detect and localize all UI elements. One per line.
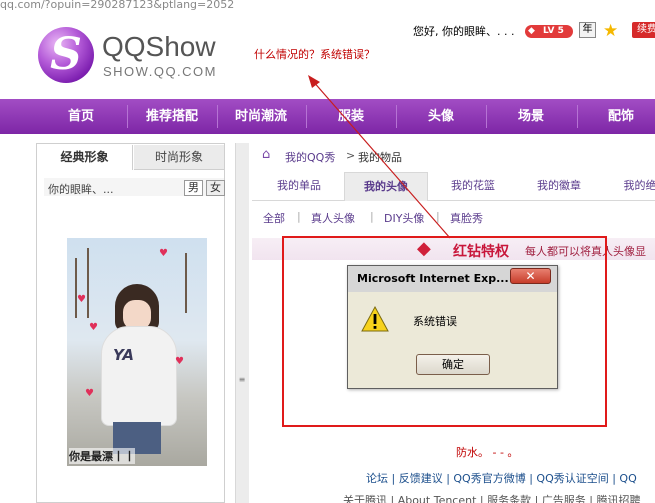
- tree-branch: [75, 258, 77, 318]
- footer-status-text: 防水。 - - 。: [456, 446, 519, 459]
- female-toggle[interactable]: 女: [206, 180, 225, 196]
- home-icon[interactable]: ⌂: [262, 148, 276, 161]
- tab-my-badges[interactable]: 我的徽章: [522, 172, 596, 201]
- dialog-title: Microsoft Internet Exp...: [357, 272, 509, 285]
- panel-scrollbar[interactable]: [235, 143, 249, 503]
- nav-divider: [486, 105, 487, 128]
- user-annotation-text: 什么情况的？系统错误？: [254, 48, 375, 61]
- nav-item-scene[interactable]: 场景: [502, 99, 560, 134]
- nav-item-fashion[interactable]: 时尚潮流: [225, 99, 297, 134]
- tab-fashion-look[interactable]: 时尚形象: [134, 145, 224, 170]
- nav-item-home[interactable]: 首页: [52, 99, 110, 134]
- logo-glyph: S: [50, 29, 82, 80]
- year-badge[interactable]: 年: [579, 22, 596, 38]
- footer-links-secondary[interactable]: 关于腾讯 | About Tencent | 服务条款 | 广告服务 | 腾讯招…: [343, 492, 641, 503]
- address-fragment: qq.com/?opuin=290287123&ptlang=2052: [0, 0, 235, 11]
- avatar-photo: YA ♥ ♥ ♥ ♥ ♥ 你是最漂丨丨: [67, 238, 207, 466]
- renew-button[interactable]: 续费: [632, 22, 655, 38]
- nav-item-recommend[interactable]: 推荐搭配: [136, 99, 208, 134]
- filter-all[interactable]: 全部: [263, 210, 285, 226]
- annotation-arrow: [308, 75, 451, 239]
- heart-icon: ♥: [159, 248, 168, 259]
- heart-icon: ♥: [85, 388, 94, 399]
- level-badge-label: LV 5: [543, 26, 564, 36]
- profile-name: 你的眼眸、...: [48, 183, 114, 196]
- logo-title: QQShow: [102, 31, 216, 62]
- male-toggle[interactable]: 男: [184, 180, 203, 196]
- footer-links[interactable]: 论坛 | 反馈建议 | QQ秀官方微博 | QQ秀认证空间 | QQ: [366, 470, 637, 486]
- tree-branch: [185, 253, 187, 313]
- photo-coat: [101, 326, 177, 426]
- photo-caption: 你是最漂丨丨: [69, 448, 135, 464]
- ok-button[interactable]: 确定: [416, 354, 490, 375]
- scrollbar-grip-icon[interactable]: ≡: [238, 376, 246, 390]
- tab-more[interactable]: 我的绝: [610, 172, 655, 201]
- close-icon[interactable]: ✕: [510, 268, 551, 284]
- nav-divider: [577, 105, 578, 128]
- greeting-text: 您好, 你的眼眸、. . .: [413, 25, 515, 38]
- nav-item-accessory[interactable]: 配饰: [592, 99, 650, 134]
- heart-icon: ♥: [175, 356, 184, 367]
- logo-subtitle: SHOW.QQ.COM: [103, 64, 217, 79]
- heart-icon: ♥: [89, 322, 98, 333]
- diamond-icon: ◆: [528, 26, 535, 36]
- star-icon[interactable]: ★: [603, 21, 627, 41]
- nav-divider: [127, 105, 128, 128]
- photo-coat-print: YA: [113, 346, 135, 364]
- dialog-message: 系统错误: [413, 315, 457, 328]
- nav-divider: [217, 105, 218, 128]
- warning-icon: [361, 305, 389, 332]
- qqshow-page: qq.com/?opuin=290287123&ptlang=2052 S QQ…: [0, 0, 655, 503]
- tree-branch: [87, 248, 89, 318]
- heart-icon: ♥: [77, 294, 86, 305]
- tab-classic-look[interactable]: 经典形象: [37, 145, 133, 170]
